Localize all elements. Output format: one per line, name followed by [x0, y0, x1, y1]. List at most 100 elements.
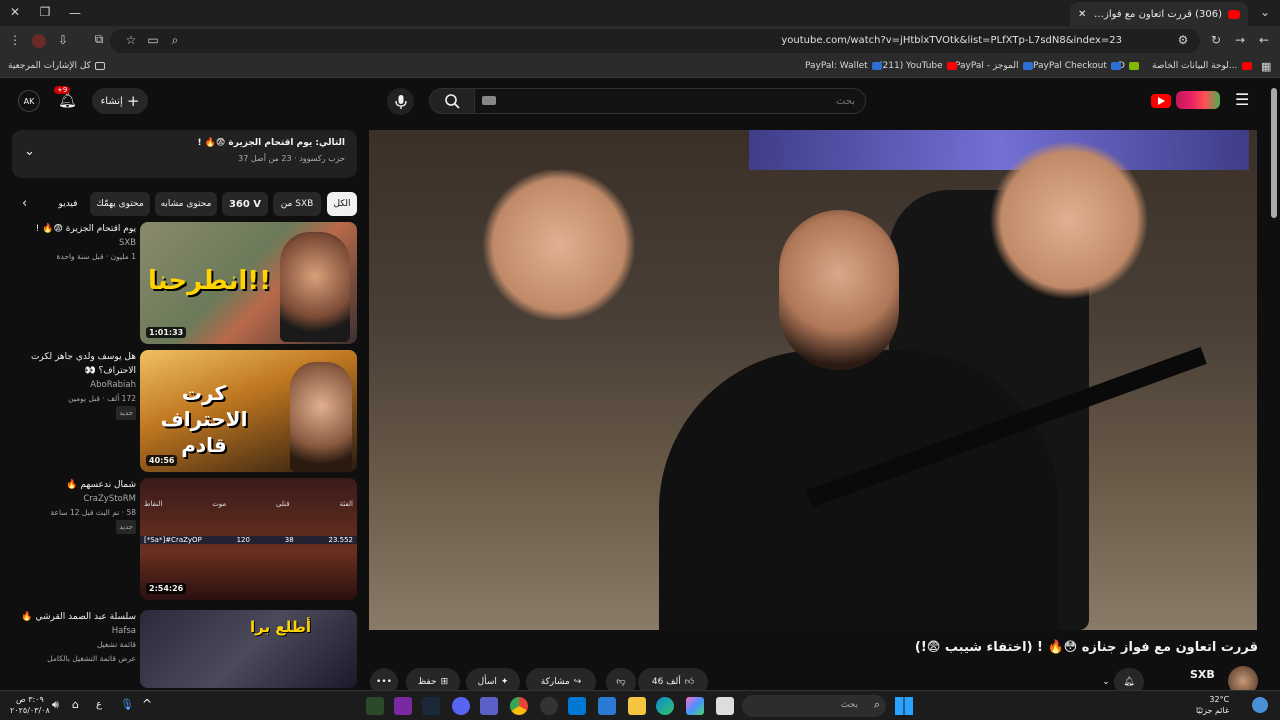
close-tab-icon[interactable]: ✕ [1078, 9, 1086, 20]
thumbnail-person [280, 232, 350, 342]
playlist-panel[interactable]: التالي: يوم اقتحام الجزيرة 😨🔥 ! حزب ركسو… [12, 130, 357, 178]
video-title[interactable]: شمال ندعسهم 🔥 [12, 478, 136, 492]
app-icon-explorer[interactable] [628, 697, 646, 715]
playlist-title[interactable]: سلسلة عبد الصمد القرشي 🔥 [12, 610, 136, 624]
search-button[interactable] [429, 88, 475, 114]
maximize-icon[interactable]: ❐ [34, 5, 56, 19]
downloads-icon[interactable]: ⇩ [52, 33, 74, 47]
app-icon-chrome[interactable] [510, 697, 528, 715]
like-count: 46 ألف [651, 677, 681, 687]
channel-name[interactable]: SXB [12, 236, 136, 250]
app-icon-steam[interactable] [422, 697, 440, 715]
create-button[interactable]: إنشاء + [92, 88, 148, 114]
cast-icon[interactable]: ▭ [142, 33, 164, 47]
bookmark-item[interactable]: PayPal - الموجز [955, 61, 1033, 71]
show-hidden-icons[interactable]: ^ [142, 697, 152, 711]
clock[interactable]: ٣:٠٩ ص ٢٠٢٥/٠٣/٠٨ [10, 694, 50, 716]
app-icon-nzxt[interactable] [394, 697, 412, 715]
tab-search-icon[interactable]: ⌄ [1254, 5, 1276, 19]
app-icon-store[interactable] [598, 697, 616, 715]
chip-360[interactable]: 360 V [222, 192, 268, 216]
bookmark-item[interactable]: PayPal Checkout [1033, 61, 1121, 71]
back-icon[interactable]: ← [1253, 33, 1275, 47]
volume-icon[interactable]: 🔊︎ [52, 698, 59, 712]
video-player[interactable] [369, 130, 1257, 630]
app-icon-teams[interactable] [480, 697, 498, 715]
video-thumbnail[interactable]: النقاط موت قتلى الفئة [*Sa*]#CraZyOP 120… [140, 478, 357, 600]
recommendation-item[interactable]: انطرحنا!! 1:01:33 يوم اقتحام الجزيرة 😨🔥 … [12, 222, 357, 344]
taskbar-search[interactable]: بحث ⌕ [742, 695, 886, 717]
video-title[interactable]: يوم اقتحام الجزيرة 😨🔥 ! [12, 222, 136, 236]
chip-video[interactable]: فيديو [52, 192, 84, 216]
video-thumbnail[interactable]: انطرحنا!! 1:01:33 [140, 222, 357, 344]
scoreboard-header: موت [212, 500, 227, 508]
search-input[interactable] [474, 88, 866, 114]
input-language[interactable]: ع [96, 699, 102, 710]
sparkle-icon: ✦ [500, 677, 509, 687]
bookmark-item[interactable]: لوحة البيانات الخاصة... [1152, 61, 1252, 71]
channel-name[interactable]: Hafsa [12, 624, 136, 638]
chips-scroll-left-icon[interactable]: ‹ [22, 196, 27, 211]
app-icon-mail[interactable] [568, 697, 586, 715]
active-tab[interactable]: (306) قررت اتعاون مع فواز جنازه ✕ [1070, 2, 1248, 26]
youtube-logo[interactable] [1151, 94, 1171, 108]
weather-icon [1252, 697, 1268, 713]
site-settings-icon[interactable]: ⚙ [1172, 33, 1194, 47]
extensions-puzzle-icon[interactable]: ⧉ [88, 32, 110, 47]
chip-all[interactable]: الكل [327, 192, 357, 216]
bookmark-item[interactable]: (211) YouTube [879, 61, 957, 71]
search-icon: ⌕ [873, 698, 880, 711]
bookmark-item[interactable]: PayPal: Wallet [805, 61, 882, 71]
expand-playlist-icon[interactable]: ⌄ [24, 144, 35, 159]
video-meta: هل يوسف ولدي جاهز لكرت الاحتراف؟ 👀 AboRa… [12, 350, 136, 420]
voice-search-button[interactable] [387, 88, 414, 115]
recommendation-item[interactable]: النقاط موت قتلى الفئة [*Sa*]#CraZyOP 120… [12, 478, 357, 600]
chip-from-sxb[interactable]: من SXB [273, 192, 321, 216]
app-icon-copilot[interactable] [686, 697, 704, 715]
start-windows-icon[interactable] [895, 697, 913, 715]
reload-icon[interactable]: ↻ [1205, 33, 1227, 47]
zoom-icon[interactable]: ⌕ [164, 33, 186, 48]
scoreboard-header: الفئة [339, 500, 353, 508]
hamburger-menu-icon[interactable]: ☰ [1235, 90, 1249, 109]
notifications-button[interactable]: 🔔︎ +9 [54, 86, 80, 112]
recommendation-item[interactable]: كرت الاحتراف قادم 40:56 هل يوسف ولدي جاه… [12, 350, 357, 472]
app-icon-task-view[interactable] [716, 697, 734, 715]
keyboard-icon[interactable] [482, 96, 496, 105]
doodle-logo[interactable] [1176, 91, 1220, 109]
thumbnail-person [290, 362, 352, 472]
channel-name[interactable]: AboRabiah [12, 378, 136, 392]
close-window-icon[interactable]: ✕ [4, 5, 26, 19]
forward-icon[interactable]: → [1229, 33, 1251, 47]
microphone-tray-icon[interactable]: 🎙︎ [120, 698, 134, 711]
apps-grid-icon[interactable]: ▦ [1261, 60, 1271, 73]
bookmark-item[interactable]: D [1118, 61, 1139, 71]
app-icon-discord[interactable] [452, 697, 470, 715]
chip-related[interactable]: محتوى مشابه [155, 192, 217, 216]
playlist-recommendation-item[interactable]: أطلع برا سلسلة عبد الصمد القرشي 🔥 Hafsa … [12, 610, 357, 688]
app-icon-terminal[interactable] [366, 697, 384, 715]
omnibox[interactable]: ☆ ▭ ⌕ youtube.com/watch?v=jHtblxTVOtk&li… [110, 29, 1200, 53]
playlist-label: قائمة تشغيل [96, 640, 136, 649]
app-icon-edge[interactable] [656, 697, 674, 715]
channel-name[interactable]: CraZyStoRM [12, 492, 136, 506]
view-full-playlist-link[interactable]: عرض قائمة التشغيل بالكامل [12, 652, 136, 666]
video-thumbnail[interactable]: كرت الاحتراف قادم 40:56 [140, 350, 357, 472]
minimize-icon[interactable]: — [64, 6, 86, 20]
taskbar-search-placeholder: بحث [840, 700, 858, 710]
bookmark-star-icon[interactable]: ☆ [120, 33, 142, 47]
video-title[interactable]: هل يوسف ولدي جاهز لكرت الاحتراف؟ 👀 [12, 350, 136, 378]
channel-name[interactable]: SXB [1190, 668, 1215, 681]
menu-icon[interactable]: ⋮ [4, 33, 26, 47]
network-icon[interactable]: ⌂ [72, 698, 79, 711]
app-icon-github[interactable] [540, 697, 558, 715]
chip-for-you[interactable]: محتوى يهمّك [90, 192, 150, 216]
url-text[interactable]: youtube.com/watch?v=jHtblxTVOtk&list=PLf… [781, 35, 1122, 46]
page-scrollbar[interactable] [1271, 88, 1277, 218]
account-avatar[interactable]: AK [18, 90, 40, 112]
all-bookmarks[interactable]: كل الإشارات المرجعية [8, 61, 105, 71]
plus-icon: + [126, 92, 140, 110]
extension-icon[interactable] [32, 34, 46, 48]
weather-widget[interactable]: 32°C غائم جزئيًا [1196, 694, 1229, 716]
playlist-thumbnail[interactable]: أطلع برا [140, 610, 357, 688]
